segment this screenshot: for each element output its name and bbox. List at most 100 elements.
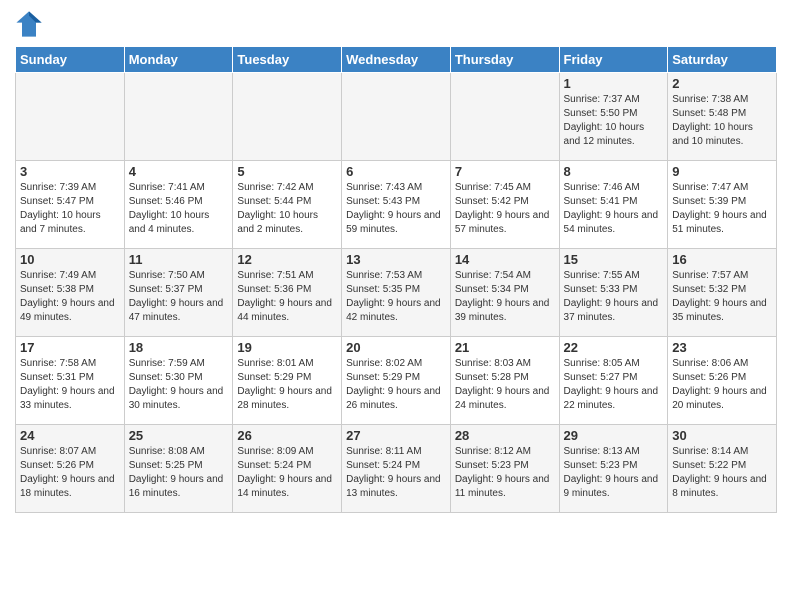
day-info: Sunrise: 7:54 AM Sunset: 5:34 PM Dayligh… <box>455 269 555 325</box>
day-info: Sunrise: 7:43 AM Sunset: 5:43 PM Dayligh… <box>346 181 446 237</box>
day-info: Sunrise: 8:11 AM Sunset: 5:24 PM Dayligh… <box>346 445 446 501</box>
calendar-week-row: 17 Sunrise: 7:58 AM Sunset: 5:31 PM Dayli… <box>16 337 777 425</box>
day-info: Sunrise: 8:02 AM Sunset: 5:29 PM Dayligh… <box>346 357 446 413</box>
calendar-day-cell: 4 Sunrise: 7:41 AM Sunset: 5:46 PM Daylig… <box>124 161 233 249</box>
calendar-table: SundayMondayTuesdayWednesdayThursdayFrid… <box>15 46 777 513</box>
calendar-day-cell: 24Sunrise: 8:07 AM Sunset: 5:26 PM Dayli… <box>16 425 125 513</box>
day-number: 7 <box>455 164 555 179</box>
calendar-day-cell: 15Sunrise: 7:55 AM Sunset: 5:33 PM Dayli… <box>559 249 668 337</box>
calendar-day-cell: 9 Sunrise: 7:47 AM Sunset: 5:39 PM Daylig… <box>668 161 777 249</box>
calendar-day-cell: 1 Sunrise: 7:37 AM Sunset: 5:50 PM Daylig… <box>559 73 668 161</box>
calendar-day-cell <box>124 73 233 161</box>
day-number: 5 <box>237 164 337 179</box>
day-number: 4 <box>129 164 229 179</box>
calendar-day-cell <box>16 73 125 161</box>
calendar-day-cell: 25Sunrise: 8:08 AM Sunset: 5:25 PM Dayli… <box>124 425 233 513</box>
day-info: Sunrise: 7:37 AM Sunset: 5:50 PM Dayligh… <box>564 93 664 149</box>
day-info: Sunrise: 7:45 AM Sunset: 5:42 PM Dayligh… <box>455 181 555 237</box>
day-number: 14 <box>455 252 555 267</box>
logo <box>15 10 47 38</box>
day-number: 10 <box>20 252 120 267</box>
calendar-day-cell: 26 Sunrise: 8:09 AM Sunset: 5:24 PM Dayli… <box>233 425 342 513</box>
day-number: 21 <box>455 340 555 355</box>
day-number: 13 <box>346 252 446 267</box>
day-info: Sunrise: 8:12 AM Sunset: 5:23 PM Dayligh… <box>455 445 555 501</box>
day-number: 11 <box>129 252 229 267</box>
day-number: 9 <box>672 164 772 179</box>
calendar-week-row: 10 Sunrise: 7:49 AM Sunset: 5:38 PM Dayli… <box>16 249 777 337</box>
day-number: 15 <box>564 252 664 267</box>
day-info: Sunrise: 8:03 AM Sunset: 5:28 PM Dayligh… <box>455 357 555 413</box>
calendar-day-cell: 11 Sunrise: 7:50 AM Sunset: 5:37 PM Dayli… <box>124 249 233 337</box>
day-number: 26 <box>237 428 337 443</box>
day-number: 12 <box>237 252 337 267</box>
calendar-day-cell <box>233 73 342 161</box>
calendar-week-row: 1 Sunrise: 7:37 AM Sunset: 5:50 PM Daylig… <box>16 73 777 161</box>
calendar-week-row: 24Sunrise: 8:07 AM Sunset: 5:26 PM Dayli… <box>16 425 777 513</box>
day-info: Sunrise: 7:41 AM Sunset: 5:46 PM Dayligh… <box>129 181 229 237</box>
calendar-day-cell: 21 Sunrise: 8:03 AM Sunset: 5:28 PM Dayli… <box>450 337 559 425</box>
day-of-week-header: Thursday <box>450 47 559 73</box>
day-number: 2 <box>672 76 772 91</box>
calendar-day-cell: 22 Sunrise: 8:05 AM Sunset: 5:27 PM Dayli… <box>559 337 668 425</box>
calendar-day-cell: 20Sunrise: 8:02 AM Sunset: 5:29 PM Dayli… <box>342 337 451 425</box>
day-of-week-header: Saturday <box>668 47 777 73</box>
day-number: 25 <box>129 428 229 443</box>
page-container: SundayMondayTuesdayWednesdayThursdayFrid… <box>0 0 792 523</box>
day-number: 28 <box>455 428 555 443</box>
calendar-day-cell: 7 Sunrise: 7:45 AM Sunset: 5:42 PM Daylig… <box>450 161 559 249</box>
day-info: Sunrise: 7:59 AM Sunset: 5:30 PM Dayligh… <box>129 357 229 413</box>
day-info: Sunrise: 7:49 AM Sunset: 5:38 PM Dayligh… <box>20 269 120 325</box>
calendar-day-cell: 23Sunrise: 8:06 AM Sunset: 5:26 PM Dayli… <box>668 337 777 425</box>
day-of-week-header: Tuesday <box>233 47 342 73</box>
day-of-week-header: Sunday <box>16 47 125 73</box>
day-number: 19 <box>237 340 337 355</box>
calendar-day-cell: 8 Sunrise: 7:46 AM Sunset: 5:41 PM Daylig… <box>559 161 668 249</box>
calendar-day-cell <box>450 73 559 161</box>
calendar-day-cell: 12 Sunrise: 7:51 AM Sunset: 5:36 PM Dayli… <box>233 249 342 337</box>
day-info: Sunrise: 8:09 AM Sunset: 5:24 PM Dayligh… <box>237 445 337 501</box>
day-number: 29 <box>564 428 664 443</box>
day-info: Sunrise: 8:14 AM Sunset: 5:22 PM Dayligh… <box>672 445 772 501</box>
day-number: 16 <box>672 252 772 267</box>
day-info: Sunrise: 8:07 AM Sunset: 5:26 PM Dayligh… <box>20 445 120 501</box>
calendar-day-cell <box>342 73 451 161</box>
calendar-day-cell: 29 Sunrise: 8:13 AM Sunset: 5:23 PM Dayli… <box>559 425 668 513</box>
calendar-day-cell: 6 Sunrise: 7:43 AM Sunset: 5:43 PM Daylig… <box>342 161 451 249</box>
day-info: Sunrise: 7:39 AM Sunset: 5:47 PM Dayligh… <box>20 181 120 237</box>
day-number: 30 <box>672 428 772 443</box>
day-info: Sunrise: 8:13 AM Sunset: 5:23 PM Dayligh… <box>564 445 664 501</box>
calendar-day-cell: 14 Sunrise: 7:54 AM Sunset: 5:34 PM Dayli… <box>450 249 559 337</box>
day-number: 18 <box>129 340 229 355</box>
day-number: 17 <box>20 340 120 355</box>
day-info: Sunrise: 7:46 AM Sunset: 5:41 PM Dayligh… <box>564 181 664 237</box>
day-info: Sunrise: 7:42 AM Sunset: 5:44 PM Dayligh… <box>237 181 337 237</box>
calendar-day-cell: 3 Sunrise: 7:39 AM Sunset: 5:47 PM Daylig… <box>16 161 125 249</box>
calendar-day-cell: 16 Sunrise: 7:57 AM Sunset: 5:32 PM Dayli… <box>668 249 777 337</box>
calendar-day-cell: 18 Sunrise: 7:59 AM Sunset: 5:30 PM Dayli… <box>124 337 233 425</box>
calendar-day-cell: 27 Sunrise: 8:11 AM Sunset: 5:24 PM Dayli… <box>342 425 451 513</box>
day-number: 3 <box>20 164 120 179</box>
page-header <box>15 10 777 38</box>
day-info: Sunrise: 8:05 AM Sunset: 5:27 PM Dayligh… <box>564 357 664 413</box>
day-info: Sunrise: 8:01 AM Sunset: 5:29 PM Dayligh… <box>237 357 337 413</box>
calendar-day-cell: 30 Sunrise: 8:14 AM Sunset: 5:22 PM Dayli… <box>668 425 777 513</box>
calendar-header-row: SundayMondayTuesdayWednesdayThursdayFrid… <box>16 47 777 73</box>
calendar-day-cell: 10 Sunrise: 7:49 AM Sunset: 5:38 PM Dayli… <box>16 249 125 337</box>
day-info: Sunrise: 7:47 AM Sunset: 5:39 PM Dayligh… <box>672 181 772 237</box>
day-info: Sunrise: 7:58 AM Sunset: 5:31 PM Dayligh… <box>20 357 120 413</box>
day-number: 8 <box>564 164 664 179</box>
day-number: 1 <box>564 76 664 91</box>
day-info: Sunrise: 7:57 AM Sunset: 5:32 PM Dayligh… <box>672 269 772 325</box>
day-number: 6 <box>346 164 446 179</box>
day-number: 27 <box>346 428 446 443</box>
day-info: Sunrise: 7:51 AM Sunset: 5:36 PM Dayligh… <box>237 269 337 325</box>
calendar-day-cell: 13Sunrise: 7:53 AM Sunset: 5:35 PM Dayli… <box>342 249 451 337</box>
calendar-day-cell: 2 Sunrise: 7:38 AM Sunset: 5:48 PM Daylig… <box>668 73 777 161</box>
day-info: Sunrise: 7:50 AM Sunset: 5:37 PM Dayligh… <box>129 269 229 325</box>
day-info: Sunrise: 7:38 AM Sunset: 5:48 PM Dayligh… <box>672 93 772 149</box>
calendar-week-row: 3 Sunrise: 7:39 AM Sunset: 5:47 PM Daylig… <box>16 161 777 249</box>
day-number: 22 <box>564 340 664 355</box>
calendar-day-cell: 17 Sunrise: 7:58 AM Sunset: 5:31 PM Dayli… <box>16 337 125 425</box>
day-number: 23 <box>672 340 772 355</box>
